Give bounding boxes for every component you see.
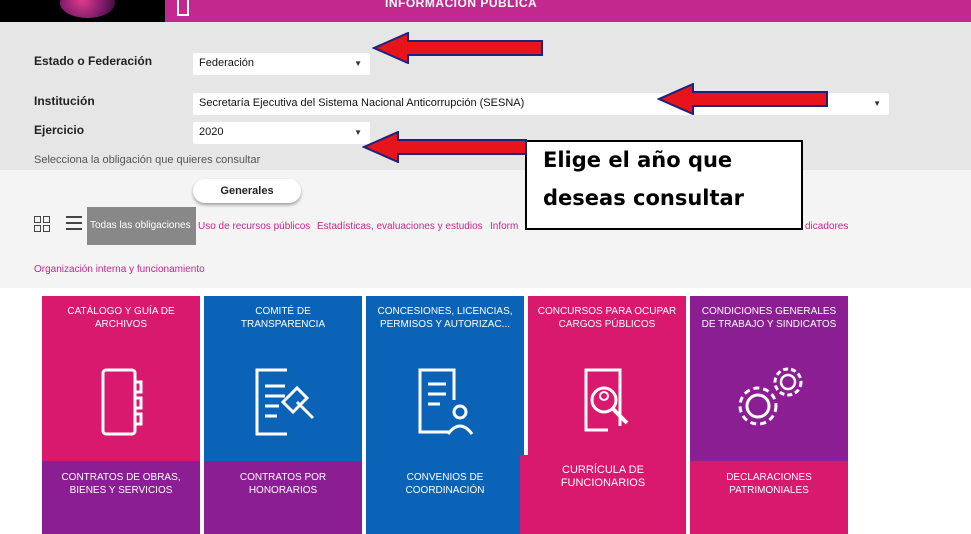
tile-title: DECLARACIONES PATRIMONIALES bbox=[726, 472, 812, 496]
annotation-line-1: Elige el año que bbox=[543, 148, 733, 172]
filter-public-resources[interactable]: Uso de recursos públicos bbox=[198, 221, 310, 232]
annotation-line-2: deseas consultar bbox=[543, 186, 745, 210]
institution-select-value: Secretaría Ejecutiva del Sistema Naciona… bbox=[199, 97, 525, 109]
tile-catalogo-archivos[interactable]: CATÁLOGO Y GUÍA DE ARCHIVOS bbox=[42, 296, 200, 461]
chevron-down-icon: ▼ bbox=[354, 59, 362, 68]
chevron-down-icon: ▼ bbox=[354, 128, 362, 137]
state-label: Estado o Federación bbox=[34, 54, 153, 68]
tile-contratos-obras[interactable]: CONTRATOS DE OBRAS, BIENES Y SERVICIOS bbox=[42, 461, 200, 534]
tile-convenios[interactable]: CONVENIOS DE COORDINACIÓN bbox=[366, 461, 524, 534]
filter-information[interactable]: Inform bbox=[490, 221, 518, 232]
tile-title: CATÁLOGO Y GUÍA DE ARCHIVOS bbox=[67, 306, 175, 330]
tile-title: CONTRATOS DE OBRAS, BIENES Y SERVICIOS bbox=[61, 472, 181, 496]
tile-title: COMITÉ DE TRANSPARENCIA bbox=[240, 306, 326, 330]
tile-concesiones[interactable]: CONCESIONES, LICENCIAS, PERMISOS Y AUTOR… bbox=[366, 296, 524, 461]
state-select[interactable]: Federación ▼ bbox=[193, 53, 370, 75]
list-view-icon[interactable] bbox=[66, 216, 82, 230]
header-title[interactable]: INFORMACIÓN PÚBLICA bbox=[385, 0, 537, 10]
institution-label: Institución bbox=[34, 94, 95, 108]
generales-tab[interactable]: Generales bbox=[193, 179, 301, 203]
annotation-callout: Elige el año que deseas consultar bbox=[525, 140, 803, 230]
home-icon[interactable] bbox=[177, 0, 189, 16]
logo-mark bbox=[60, 0, 115, 18]
tile-title: CURRÍCULA DE FUNCIONARIOS bbox=[560, 464, 646, 489]
tile-declaraciones[interactable]: DECLARACIONES PATRIMONIALES bbox=[690, 461, 848, 534]
gears-icon bbox=[738, 367, 803, 426]
document-gavel-icon bbox=[255, 368, 315, 436]
tile-condiciones-trabajo[interactable]: CONDICIONES GENERALES DE TRABAJO Y SINDI… bbox=[690, 296, 848, 461]
filter-indicators[interactable]: dicadores bbox=[805, 221, 848, 232]
chevron-down-icon: ▼ bbox=[873, 99, 881, 108]
tile-title: CONTRATOS POR HONORARIOS bbox=[239, 472, 327, 496]
tile-concursos[interactable]: CONCURSOS PARA OCUPAR CARGOS PÚBLICOS bbox=[528, 296, 686, 461]
document-search-icon bbox=[584, 368, 629, 432]
tile-title: CONCURSOS PARA OCUPAR CARGOS PÚBLICOS bbox=[537, 306, 677, 330]
tile-contratos-honorarios[interactable]: CONTRATOS POR HONORARIOS bbox=[204, 461, 362, 534]
state-select-value: Federación bbox=[199, 57, 255, 69]
year-select-value: 2020 bbox=[199, 126, 224, 138]
obligation-prompt: Selecciona la obligación que quieres con… bbox=[34, 154, 261, 166]
document-person-icon bbox=[418, 368, 474, 435]
tile-title: CONCESIONES, LICENCIAS, PERMISOS Y AUTOR… bbox=[377, 306, 513, 330]
filter-all-obligations[interactable]: Todas las obligaciones bbox=[87, 207, 196, 245]
grid-view-icon[interactable] bbox=[34, 216, 50, 232]
filter-statistics[interactable]: Estadísticas, evaluaciones y estudios bbox=[317, 221, 483, 232]
year-select[interactable]: 2020 ▼ bbox=[193, 122, 370, 144]
tile-title: CONDICIONES GENERALES DE TRABAJO Y SINDI… bbox=[701, 306, 837, 330]
tile-title: CONVENIOS DE COORDINACIÓN bbox=[405, 472, 485, 496]
tile-comite-transparencia[interactable]: COMITÉ DE TRANSPARENCIA bbox=[204, 296, 362, 461]
logo bbox=[0, 0, 165, 22]
year-label: Ejercicio bbox=[34, 123, 85, 137]
tile-curricula[interactable]: CURRÍCULA DE FUNCIONARIOS bbox=[520, 455, 686, 534]
arrow-left-icon bbox=[362, 131, 527, 163]
arrow-left-icon bbox=[657, 83, 828, 115]
filter-internal-organization[interactable]: Organización interna y funcionamiento bbox=[34, 264, 205, 275]
arrow-left-icon bbox=[372, 32, 543, 64]
binder-icon bbox=[101, 368, 143, 436]
header-bar: INFORMACIÓN PÚBLICA bbox=[165, 0, 971, 22]
